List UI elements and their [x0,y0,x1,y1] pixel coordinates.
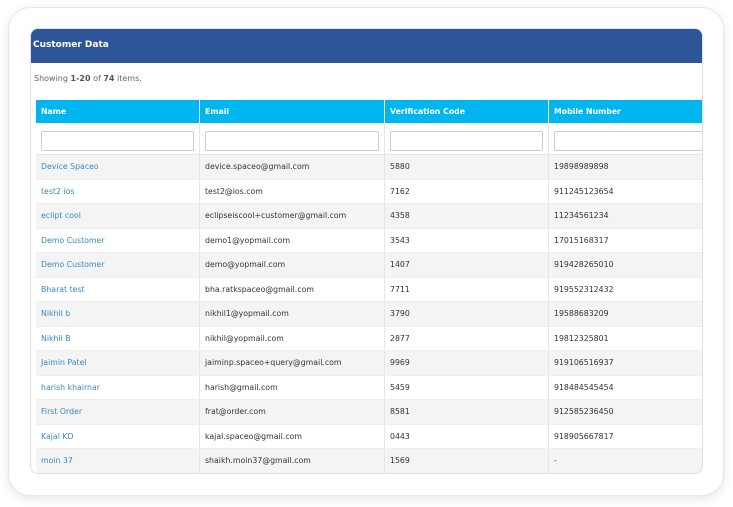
summary-middle: of [90,74,104,83]
summary-suffix: items. [114,74,142,83]
mobile-number: 11234561234 [554,211,609,220]
customer-name-link[interactable]: Nikhil b [36,302,200,326]
mobile-number: 919552312432 [554,284,614,294]
filter-name-input[interactable] [41,130,194,151]
customer-email: eclipseiscool+customer@gmail.com [200,204,385,228]
mobile-number: 918484545454 [554,382,614,392]
filter-verification-code-input[interactable] [390,130,543,151]
customer-email: bha.ratkspaceo@gmail.com [200,277,385,301]
verification-code: 0443 [385,424,549,448]
mobile-number: 19812325801 [554,333,609,343]
customer-email: demo1@yopmail.com [200,228,385,252]
verification-code: 1569 [385,449,549,473]
customer-name-link[interactable]: eclipt cool [36,204,200,228]
customer-name-link[interactable]: First Order [36,400,200,424]
customer-name-link[interactable]: harish khairnar [36,375,200,399]
customer-email: shaikh.moin37@gmail.com [200,449,385,473]
verification-code: 5880 [385,155,549,179]
verification-code: 4358 [385,204,549,228]
customer-name-link[interactable]: Nikhil B [36,326,200,350]
filter-cell-mobile-number [549,123,702,154]
mobile-number: 919428265010 [554,260,614,269]
summary-prefix: Showing [34,74,71,83]
verification-code: 3543 [385,228,549,252]
customer-name-link[interactable]: Demo Customer [36,253,200,277]
customer-name-link[interactable]: test2 ios [36,179,200,203]
customer-name-link[interactable]: Demo Customer [36,228,200,252]
table-row: Device Spaceo device.spaceo@gmail.com 58… [36,155,702,180]
column-header-verification-code[interactable]: Verification Code [385,100,549,123]
verification-code: 7711 [385,277,549,301]
customer-name-link[interactable]: Kajal KD [36,424,200,448]
filter-cell-email [200,123,385,154]
column-header-mobile-number[interactable]: Mobile Number [549,100,702,123]
column-header-name[interactable]: Name [36,100,200,123]
table-row: test2 ios test2@ios.com 7162 91124512365… [36,179,702,204]
filter-cell-verification-code [385,123,549,154]
table-row: Jaimin Patel jaiminp.spaceo+query@gmail.… [36,351,702,376]
table-filter-row [36,123,702,155]
customer-name-link[interactable]: Bharat test [36,277,200,301]
customer-email: test2@ios.com [200,179,385,203]
mobile-number: 17015168317 [554,235,609,245]
customer-email: jaiminp.spaceo+query@gmail.com [200,351,385,375]
filter-mobile-number-input[interactable] [554,130,702,151]
table-row: harish khairnar harish@gmail.com 5459 91… [36,375,702,400]
summary-total: 74 [103,74,115,83]
verification-code: 7162 [385,179,549,203]
customer-email: kajal.spaceo@gmail.com [200,424,385,448]
table-row: Demo Customer demo1@yopmail.com 3543 170… [36,228,702,253]
verification-code: 8581 [385,400,549,424]
customer-table: Name Email Verification Code Mobile Numb… [36,100,702,473]
column-header-email[interactable]: Email [200,100,385,123]
customer-email: demo@yopmail.com [200,253,385,277]
customer-name-link[interactable]: Jaimin Patel [36,351,200,375]
table-row: Bharat test bha.ratkspaceo@gmail.com 771… [36,277,702,302]
mobile-number: 19898989898 [554,162,609,171]
customer-name-link[interactable]: moin 37 [36,449,200,473]
customer-name-link[interactable]: Device Spaceo [36,155,200,179]
table-row: Nikhil b nikhil1@yopmail.com 3790 195886… [36,302,702,327]
table-row: eclipt cool eclipseiscool+customer@gmail… [36,204,702,229]
verification-code: 3790 [385,302,549,326]
pagination-summary: Showing 1-20 of 74 items. [31,63,702,99]
table-row: Demo Customer demo@yopmail.com 1407 9194… [36,253,702,278]
customer-email: nikhil1@yopmail.com [200,302,385,326]
table-row: Nikhil B nikhil@yopmail.com 2877 1981232… [36,326,702,351]
verification-code: 1407 [385,253,549,277]
summary-range: 1-20 [70,74,91,83]
mobile-number: 912585236450 [554,407,614,416]
mobile-number: 911245123654 [554,186,614,196]
customer-email: frat@order.com [200,400,385,424]
customer-data-panel: Customer Data Showing 1-20 of 74 items. … [30,28,703,474]
mobile-number: 918905667817 [554,431,614,441]
table-row: First Order frat@order.com 8581 91258523… [36,400,702,425]
verification-code: 9969 [385,351,549,375]
table-header-row: Name Email Verification Code Mobile Numb… [36,100,702,123]
table-row: moin 37 shaikh.moin37@gmail.com 1569 - [36,449,702,473]
mobile-number: 19588683209 [554,309,609,318]
customer-email: nikhil@yopmail.com [200,326,385,350]
verification-code: 2877 [385,326,549,350]
customer-email: device.spaceo@gmail.com [200,155,385,179]
filter-email-input[interactable] [205,130,379,151]
panel-title: Customer Data [31,29,702,63]
table-row: Kajal KD kajal.spaceo@gmail.com 0443 918… [36,424,702,449]
verification-code: 5459 [385,375,549,399]
filter-cell-name [36,123,200,154]
customer-email: harish@gmail.com [200,375,385,399]
mobile-number: 919106516937 [554,358,614,367]
mobile-number: - [554,456,557,465]
